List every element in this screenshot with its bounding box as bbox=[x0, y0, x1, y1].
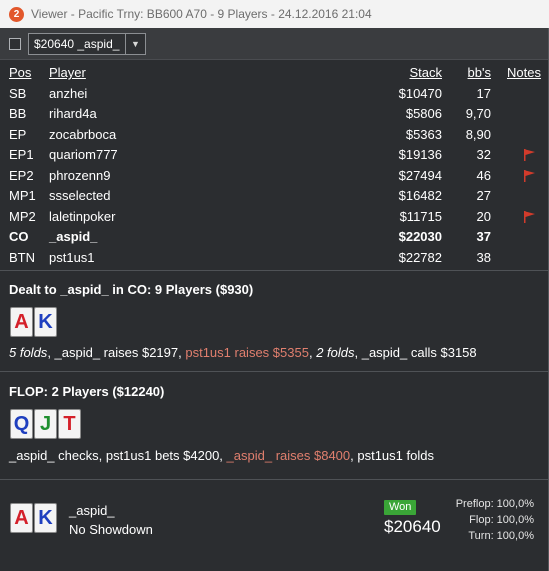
stack-cell: $22782 bbox=[398, 249, 442, 265]
player-name-cell: _aspid_ bbox=[49, 229, 98, 244]
player-name-cell: pst1us1 bbox=[49, 249, 95, 265]
bbs-cell: 38 bbox=[476, 249, 491, 265]
action-text: , _aspid_ raises $2197, bbox=[47, 345, 186, 360]
playing-card: A bbox=[10, 503, 33, 533]
player-name-cell: laletinpoker bbox=[49, 208, 116, 224]
stack-cell: $19136 bbox=[398, 147, 442, 162]
position-cell: MP1 bbox=[9, 188, 36, 203]
players-table: Pos Player Stack bb's Notes SB anzhei $104… bbox=[0, 62, 549, 267]
position-cell: EP1 bbox=[9, 147, 34, 162]
toolbar: $20640 _aspid_ ▼ bbox=[0, 28, 549, 60]
stack-cell: $10470 bbox=[398, 85, 442, 101]
table-row[interactable]: EP2 phrozenn9 $27494 46 bbox=[0, 165, 549, 186]
result-status: No Showdown bbox=[69, 522, 153, 537]
window-titlebar: 2 Viewer - Pacific Trny: BB600 A70 - 9 P… bbox=[0, 0, 549, 28]
result-player-name: _aspid_ bbox=[69, 503, 115, 518]
select-checkbox[interactable] bbox=[9, 37, 21, 50]
won-amount: $20640 bbox=[384, 517, 441, 536]
bbs-cell: 20 bbox=[476, 208, 491, 224]
column-header-notes[interactable]: Notes bbox=[507, 65, 541, 80]
bbs-cell: 8,90 bbox=[465, 126, 491, 142]
playing-card: Q bbox=[10, 409, 33, 439]
action-text: _aspid_ checks, pst1us1 bets $4200, bbox=[9, 448, 227, 463]
flop-actions: _aspid_ checks, pst1us1 bets $4200, _asp… bbox=[9, 448, 434, 463]
position-cell: CO bbox=[9, 229, 29, 244]
table-row[interactable]: EP zocabrboca $5363 8,90 bbox=[0, 124, 549, 145]
player-name-cell: quariom777 bbox=[49, 147, 118, 162]
note-flag-icon[interactable] bbox=[523, 149, 537, 161]
action-text: 5 folds bbox=[9, 345, 48, 360]
equity-preflop: Preflop: 100,0% bbox=[455, 498, 534, 510]
stack-cell: $27494 bbox=[398, 167, 442, 183]
position-cell: EP bbox=[9, 126, 27, 142]
playing-card: T bbox=[58, 409, 81, 439]
action-text: pst1us1 raises $5355 bbox=[185, 345, 309, 360]
column-header-stack[interactable]: Stack bbox=[409, 65, 442, 80]
position-cell: MP2 bbox=[9, 208, 36, 224]
chevron-down-icon[interactable]: ▼ bbox=[125, 33, 145, 54]
stack-cell: $16482 bbox=[398, 188, 442, 203]
bbs-cell: 37 bbox=[476, 229, 491, 244]
preflop-actions: 5 folds, _aspid_ raises $2197, pst1us1 r… bbox=[9, 345, 477, 360]
table-row[interactable]: MP1 ssselected $16482 27 bbox=[0, 185, 549, 206]
app-logo-icon: 2 bbox=[9, 6, 24, 22]
playing-card: K bbox=[34, 307, 57, 337]
window-title: Viewer - Pacific Trny: BB600 A70 - 9 Pla… bbox=[31, 7, 372, 21]
playing-card: K bbox=[34, 503, 57, 533]
player-name-cell: phrozenn9 bbox=[49, 167, 111, 183]
table-row[interactable]: SB anzhei $10470 17 bbox=[0, 83, 549, 104]
table-row[interactable]: BB rihard4a $5806 9,70 bbox=[0, 103, 549, 124]
divider bbox=[0, 479, 549, 480]
divider bbox=[0, 371, 549, 372]
column-header-pos[interactable]: Pos bbox=[9, 65, 31, 80]
result-hole-cards: AK bbox=[10, 503, 57, 533]
table-row[interactable]: MP2 laletinpoker $11715 20 bbox=[0, 206, 549, 227]
note-flag-icon[interactable] bbox=[523, 169, 537, 182]
stack-cell: $22030 bbox=[398, 229, 442, 244]
bbs-cell: 46 bbox=[476, 167, 491, 183]
table-row[interactable]: EP1 quariom777 $19136 32 bbox=[0, 144, 549, 165]
preflop-title: Dealt to _aspid_ in CO: 9 Players ($930) bbox=[9, 282, 254, 297]
equity-turn: Turn: 100,0% bbox=[468, 530, 534, 542]
player-name-cell: anzhei bbox=[49, 85, 88, 101]
flop-title: FLOP: 2 Players ($12240) bbox=[9, 384, 165, 399]
player-name-cell: zocabrboca bbox=[49, 126, 117, 142]
player-dropdown[interactable]: $20640 _aspid_ ▼ bbox=[28, 32, 146, 55]
position-cell: EP2 bbox=[9, 167, 34, 183]
bbs-cell: 9,70 bbox=[465, 106, 491, 121]
action-text: , _aspid_ calls $3158 bbox=[354, 345, 477, 360]
column-header-bbs[interactable]: bb's bbox=[468, 65, 491, 80]
stack-cell: $5363 bbox=[405, 126, 442, 142]
equity-flop: Flop: 100,0% bbox=[469, 514, 534, 526]
note-flag-icon[interactable] bbox=[523, 210, 537, 223]
stack-cell: $5806 bbox=[405, 106, 442, 121]
player-name-cell: ssselected bbox=[49, 188, 111, 203]
bbs-cell: 32 bbox=[476, 147, 491, 162]
player-name-cell: rihard4a bbox=[49, 106, 97, 121]
hole-cards: AK bbox=[10, 307, 57, 337]
action-text: 2 folds bbox=[316, 345, 355, 360]
playing-card: J bbox=[34, 409, 57, 439]
table-row[interactable]: BTN pst1us1 $22782 38 bbox=[0, 247, 549, 268]
action-text: _aspid_ raises $8400 bbox=[226, 448, 351, 463]
position-cell: BB bbox=[9, 106, 27, 121]
column-header-player[interactable]: Player bbox=[49, 65, 86, 80]
flop-cards: QJT bbox=[10, 409, 81, 439]
divider bbox=[0, 270, 549, 271]
player-dropdown-value: $20640 _aspid_ bbox=[34, 36, 120, 51]
playing-card: A bbox=[10, 307, 33, 337]
table-row[interactable]: CO _aspid_ $22030 37 bbox=[0, 226, 549, 247]
position-cell: BTN bbox=[9, 249, 35, 265]
bbs-cell: 17 bbox=[476, 85, 491, 101]
players-table-header: Pos Player Stack bb's Notes bbox=[0, 62, 549, 83]
action-text: , pst1us1 folds bbox=[350, 448, 434, 463]
bbs-cell: 27 bbox=[476, 188, 491, 203]
position-cell: SB bbox=[9, 85, 27, 101]
stack-cell: $11715 bbox=[399, 208, 442, 224]
won-badge: Won bbox=[384, 500, 417, 515]
